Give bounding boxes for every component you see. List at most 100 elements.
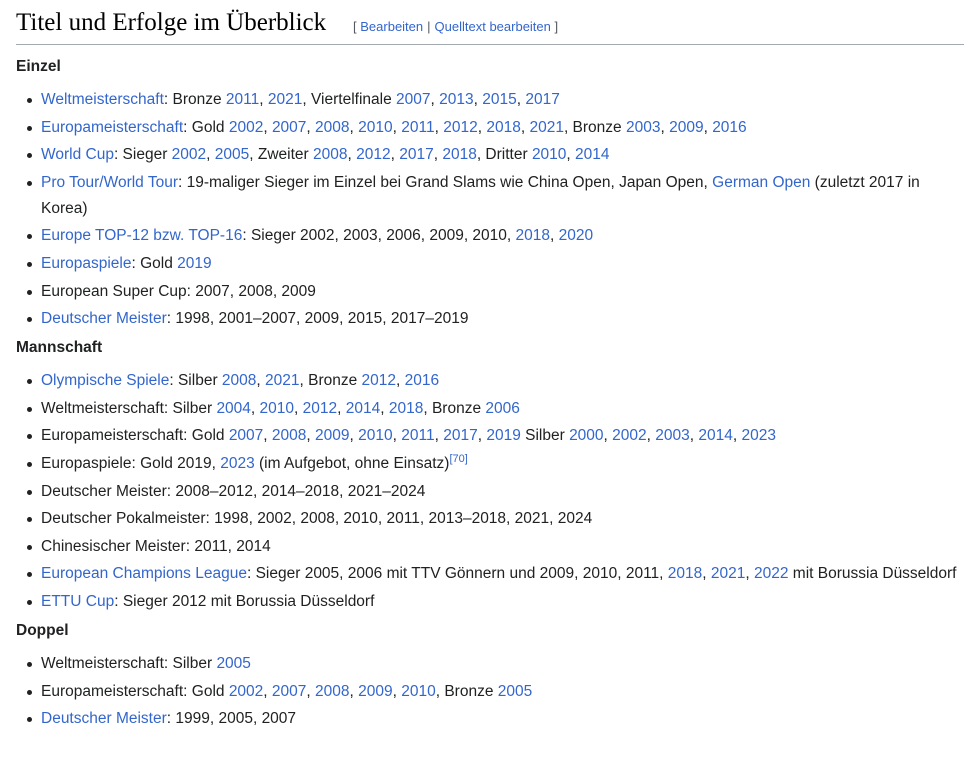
item-text: ,: [380, 399, 389, 417]
wiki-link[interactable]: World Cup: [41, 146, 114, 163]
wiki-link[interactable]: Europameisterschaft: [41, 119, 183, 136]
wiki-link[interactable]: 2007: [396, 91, 430, 108]
wiki-link[interactable]: 2002: [612, 427, 646, 444]
wiki-link[interactable]: Weltmeisterschaft: [41, 91, 164, 108]
wiki-link[interactable]: 2008: [313, 146, 347, 163]
wiki-link[interactable]: 2019: [486, 427, 520, 444]
achievement-list: Olympische Spiele: Silber 2008, 2021, Br…: [16, 368, 964, 615]
wiki-link[interactable]: 2005: [216, 655, 250, 672]
wiki-link[interactable]: 2016: [712, 119, 746, 136]
item-text: ,: [473, 91, 483, 108]
wiki-link[interactable]: 2018: [516, 227, 550, 244]
item-text: : 1999, 2005, 2007: [166, 710, 297, 728]
wiki-link[interactable]: 2002: [229, 683, 263, 700]
item-text: ,: [732, 427, 742, 445]
wiki-link[interactable]: 2018: [389, 400, 423, 417]
wiki-link[interactable]: 2009: [669, 119, 703, 136]
wiki-link[interactable]: 2022: [754, 565, 788, 582]
wiki-link[interactable]: 2012: [356, 146, 390, 163]
list-item: European Super Cup: 2007, 2008, 2009: [16, 279, 964, 305]
wiki-link[interactable]: 2023: [742, 427, 776, 444]
item-text: Europaspiele: Gold 2019,: [41, 454, 221, 472]
wiki-link[interactable]: 2007: [229, 427, 263, 444]
wiki-link[interactable]: 2006: [485, 400, 519, 417]
list-item: Weltmeisterschaft: Silber 2005: [16, 651, 964, 677]
wiki-link[interactable]: 2010: [358, 427, 392, 444]
list-item: ETTU Cup: Sieger 2012 mit Borussia Düsse…: [16, 589, 964, 615]
wiki-link[interactable]: Deutscher Meister: [41, 310, 167, 327]
item-text: : Sieger: [113, 146, 172, 164]
wiki-link[interactable]: European Champions League: [41, 565, 247, 582]
edit-section-links: [ Bearbeiten | Quelltext bearbeiten ]: [353, 18, 558, 36]
wiki-link[interactable]: 2021: [711, 565, 745, 582]
wiki-link[interactable]: 2020: [559, 227, 593, 244]
wiki-link[interactable]: 2012: [303, 400, 337, 417]
wiki-link[interactable]: 2005: [498, 683, 532, 700]
wiki-link[interactable]: 2000: [569, 427, 603, 444]
article-content: Titel und Erfolge im Überblick [ Bearbei…: [16, 0, 964, 738]
wiki-link[interactable]: ETTU Cup: [41, 593, 114, 610]
wiki-link[interactable]: 2021: [529, 119, 563, 136]
wiki-link[interactable]: 2010: [532, 146, 566, 163]
wiki-link[interactable]: 2013: [439, 91, 473, 108]
wiki-link[interactable]: Pro Tour/World Tour: [41, 174, 178, 191]
wiki-link[interactable]: 2008: [272, 427, 306, 444]
list-item: Deutscher Meister: 2008–2012, 2014–2018,…: [16, 479, 964, 505]
wiki-link[interactable]: 2008: [315, 683, 349, 700]
item-text: ,: [263, 118, 272, 136]
list-item: Europameisterschaft: Gold 2002, 2007, 20…: [16, 679, 964, 705]
wiki-link[interactable]: 2009: [315, 427, 349, 444]
item-text: : 19-maliger Sieger im Einzel bei Grand …: [177, 173, 713, 191]
wiki-link[interactable]: 2010: [260, 400, 294, 417]
wiki-link[interactable]: 2011: [401, 119, 434, 136]
wiki-link[interactable]: 2009: [358, 683, 392, 700]
wiki-link[interactable]: 2012: [443, 119, 477, 136]
wiki-link[interactable]: 2007: [272, 119, 306, 136]
wiki-link[interactable]: 2010: [401, 683, 435, 700]
edit-source-link[interactable]: Quelltext bearbeiten: [435, 19, 551, 34]
wiki-link[interactable]: 2011: [401, 427, 434, 444]
list-item: Pro Tour/World Tour: 19-maliger Sieger i…: [16, 170, 964, 222]
wiki-link[interactable]: 2011: [226, 91, 259, 108]
item-text: Weltmeisterschaft: Silber: [41, 399, 217, 417]
wiki-link[interactable]: 2004: [216, 400, 250, 417]
wiki-link[interactable]: 2014: [346, 400, 380, 417]
wiki-link[interactable]: 2008: [222, 372, 256, 389]
wiki-link[interactable]: 2015: [482, 91, 516, 108]
wiki-link[interactable]: Deutscher Meister: [41, 710, 167, 727]
wiki-link[interactable]: 2010: [358, 119, 392, 136]
wiki-link[interactable]: 2023: [220, 455, 254, 472]
wiki-link[interactable]: 2007: [272, 683, 306, 700]
wiki-link[interactable]: 2014: [575, 146, 609, 163]
wiki-link[interactable]: Olympische Spiele: [41, 372, 169, 389]
wiki-link[interactable]: 2008: [315, 119, 349, 136]
item-text: : Gold: [183, 118, 229, 136]
wiki-link[interactable]: 2019: [177, 255, 211, 272]
wiki-link[interactable]: 2018: [668, 565, 702, 582]
wiki-link[interactable]: 2017: [399, 146, 433, 163]
item-text: ,: [430, 91, 440, 108]
reference-link[interactable]: [70]: [449, 453, 467, 465]
list-item: Deutscher Meister: 1999, 2005, 2007: [16, 706, 964, 732]
wiki-link[interactable]: 2002: [229, 119, 263, 136]
item-text: ,: [259, 91, 268, 108]
wiki-link[interactable]: 2002: [172, 146, 206, 163]
wiki-link[interactable]: 2005: [215, 146, 249, 163]
wiki-link[interactable]: 2016: [405, 372, 439, 389]
wiki-link[interactable]: 2017: [525, 91, 559, 108]
wiki-link[interactable]: 2018: [486, 119, 520, 136]
wiki-link[interactable]: 2021: [265, 372, 299, 389]
wiki-link[interactable]: 2003: [655, 427, 689, 444]
wiki-link[interactable]: 2017: [443, 427, 477, 444]
wiki-link[interactable]: 2012: [362, 372, 396, 389]
edit-link[interactable]: Bearbeiten: [360, 19, 423, 34]
wiki-link[interactable]: German Open: [712, 174, 810, 191]
edit-bracket-close: ]: [554, 19, 559, 34]
wiki-link[interactable]: Europaspiele: [41, 255, 131, 272]
wiki-link[interactable]: 2014: [698, 427, 732, 444]
wiki-link[interactable]: Europe TOP-12 bzw. TOP-16: [41, 227, 242, 244]
item-text: ,: [263, 682, 272, 700]
wiki-link[interactable]: 2018: [442, 146, 476, 163]
wiki-link[interactable]: 2003: [626, 119, 660, 136]
wiki-link[interactable]: 2021: [268, 91, 302, 108]
